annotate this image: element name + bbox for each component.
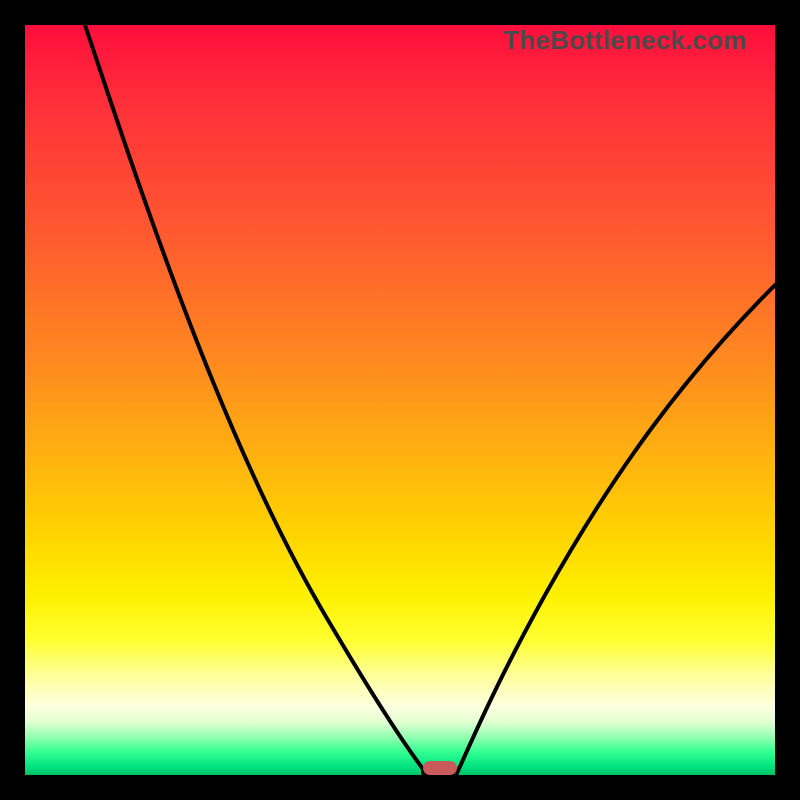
- plot-area: TheBottleneck.com: [25, 25, 775, 775]
- bottleneck-curve: [25, 25, 775, 775]
- optimal-marker: [423, 761, 457, 775]
- chart-frame: TheBottleneck.com: [0, 0, 800, 800]
